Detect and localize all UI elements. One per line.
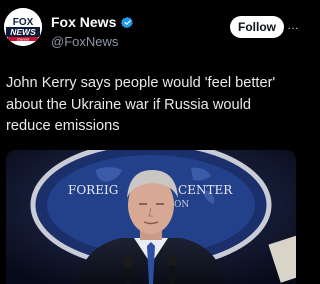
account-handle[interactable]: @FoxNews: [51, 34, 134, 49]
backdrop-text-left: FOREIG: [68, 183, 118, 197]
fox-news-logo: FOX NEWS channel: [4, 8, 42, 46]
more-options-icon[interactable]: …: [287, 18, 301, 32]
author-block: Fox News @FoxNews: [51, 14, 134, 49]
backdrop-text-sub: ON: [174, 200, 189, 210]
svg-text:channel: channel: [17, 38, 29, 42]
press-conference-image: FOREIG CENTER ON: [6, 150, 296, 284]
svg-text:NEWS: NEWS: [10, 27, 36, 37]
tweet-media[interactable]: FOREIG CENTER ON: [6, 150, 296, 284]
verified-badge-icon: [121, 16, 134, 28]
follow-button[interactable]: Follow: [230, 16, 284, 38]
tweet-card[interactable]: FOX NEWS channel Fox News @FoxNews Follo…: [0, 0, 300, 284]
fox-news-avatar[interactable]: FOX NEWS channel: [4, 8, 42, 46]
account-name[interactable]: Fox News: [51, 14, 116, 30]
backdrop-text-right: CENTER: [178, 183, 233, 197]
tweet-text: John Kerry says people would 'feel bette…: [6, 75, 276, 134]
